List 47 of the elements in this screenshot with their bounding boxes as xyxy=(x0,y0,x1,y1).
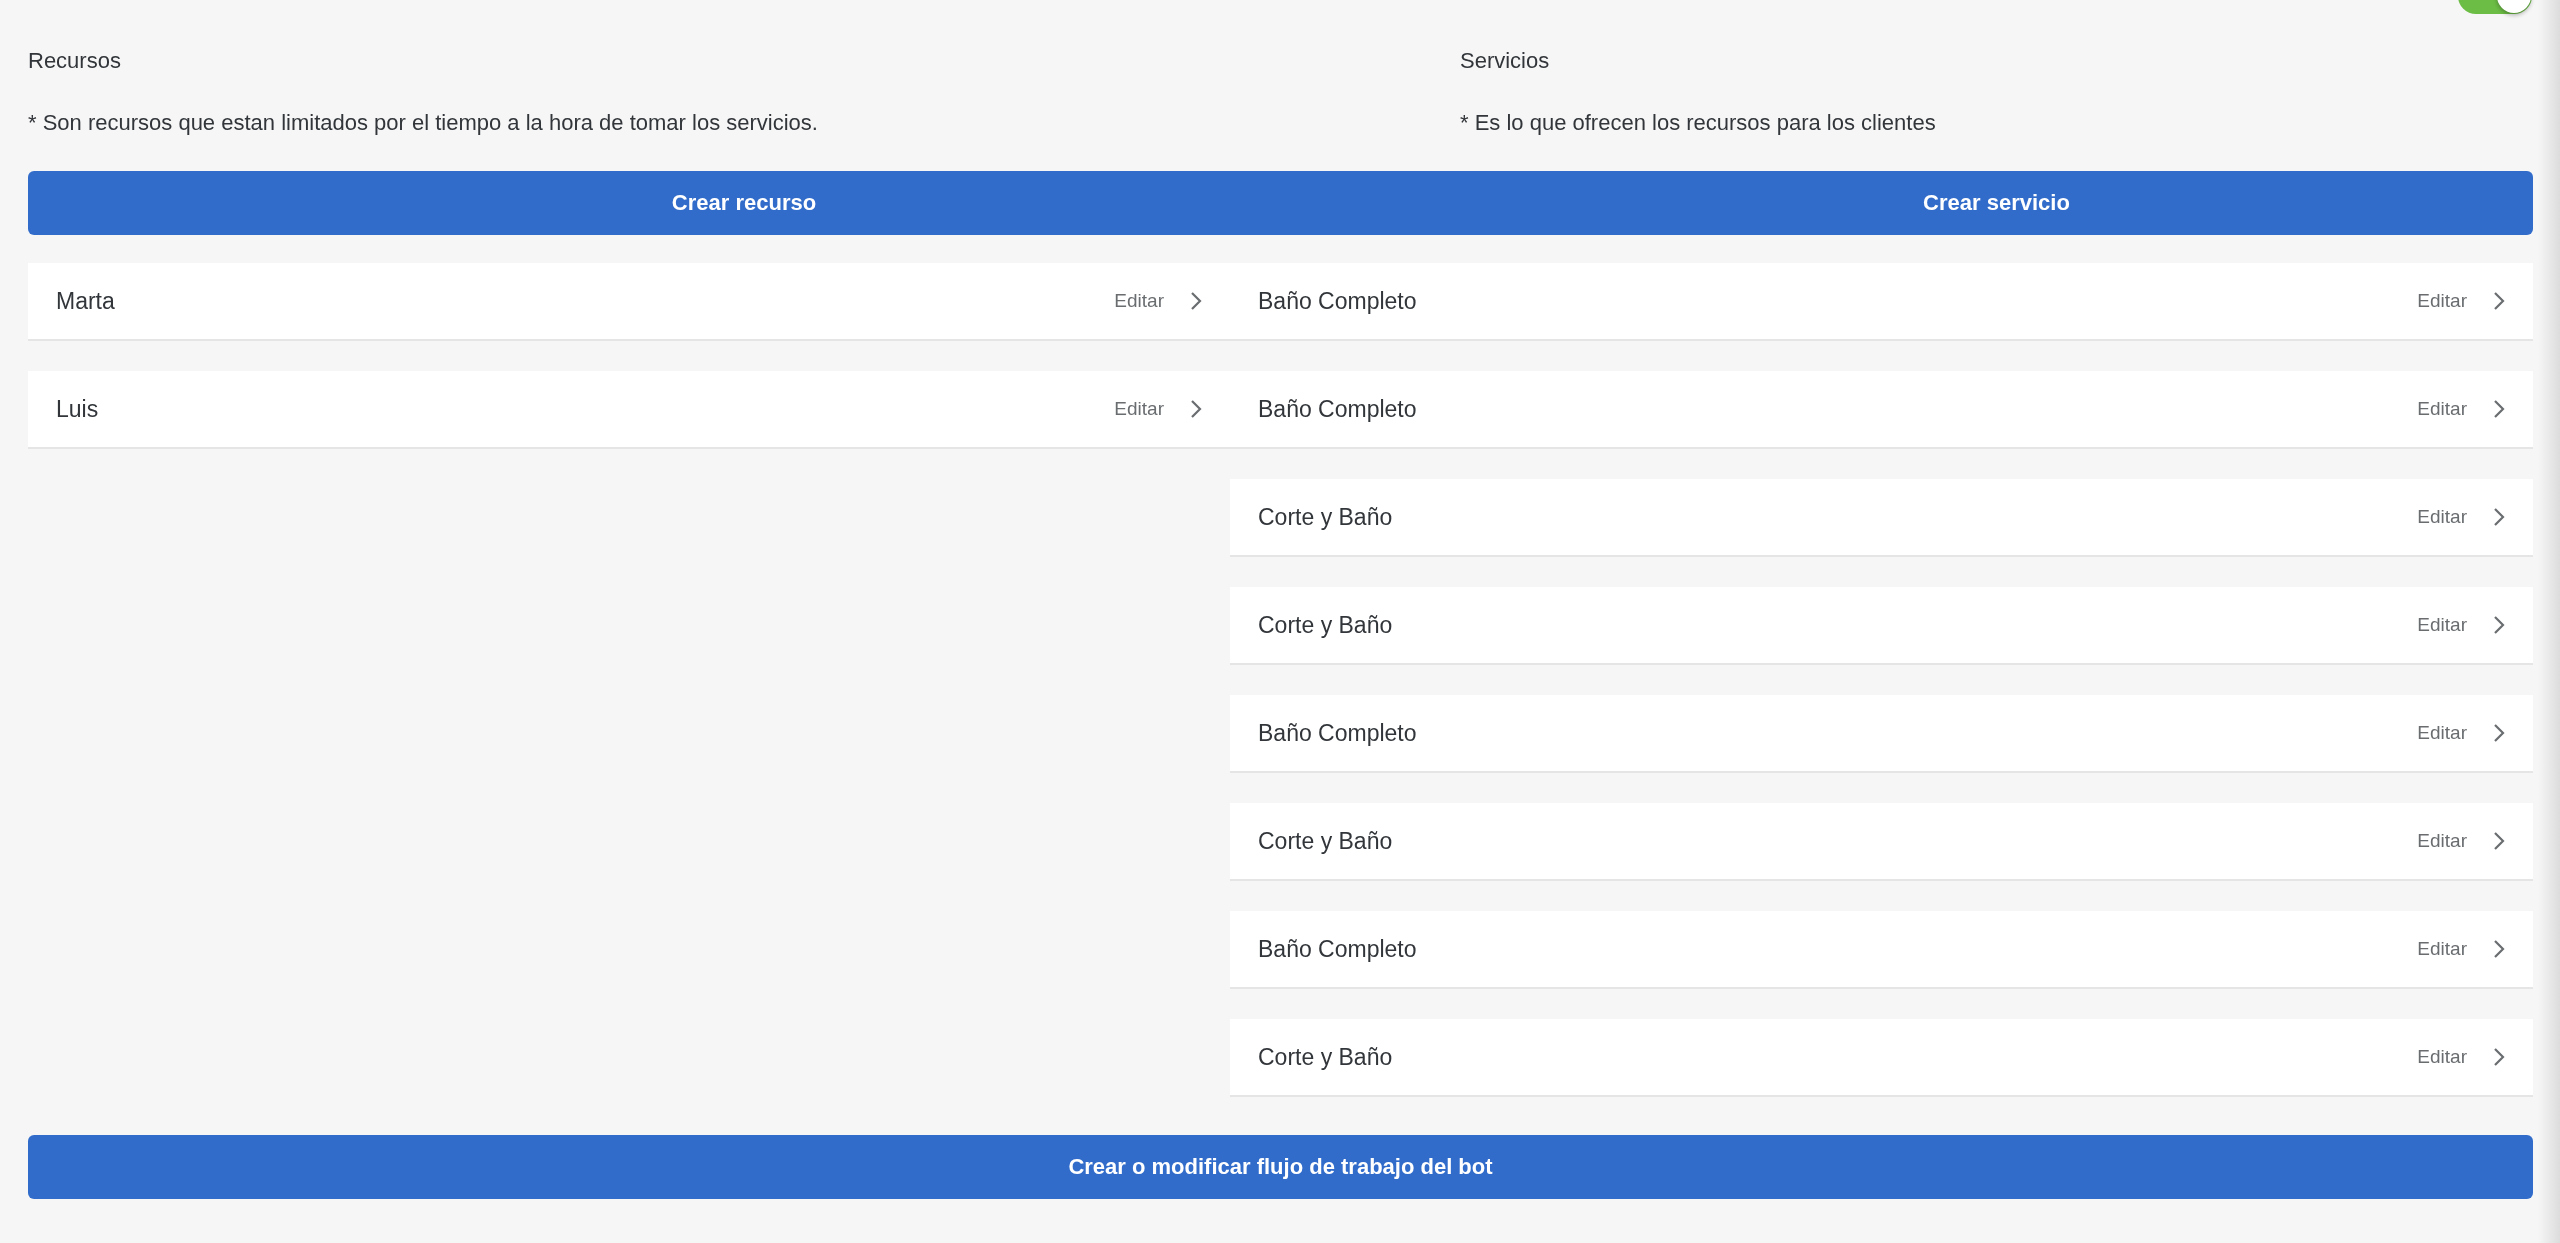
item-name: Luis xyxy=(56,395,100,423)
list-item[interactable]: Corte y Baño Editar xyxy=(1230,1019,2533,1097)
chevron-right-icon xyxy=(2493,939,2505,959)
item-name: Baño Completo xyxy=(1258,287,1418,315)
list-item[interactable]: Baño Completo Editar xyxy=(1230,371,2533,449)
edit-link[interactable]: Editar xyxy=(2417,1046,2467,1068)
list-item[interactable]: Corte y Baño Editar xyxy=(1230,587,2533,665)
item-name: Corte y Baño xyxy=(1258,1043,1394,1071)
edit-link[interactable]: Editar xyxy=(2417,506,2467,528)
chevron-right-icon xyxy=(2493,399,2505,419)
list-item[interactable]: Corte y Baño Editar xyxy=(1230,803,2533,881)
chevron-right-icon xyxy=(2493,507,2505,527)
chevron-right-icon xyxy=(2493,831,2505,851)
item-name: Marta xyxy=(56,287,116,315)
item-name: Corte y Baño xyxy=(1258,611,1394,639)
chevron-right-icon xyxy=(1190,291,1202,311)
create-resource-button[interactable]: Crear recurso xyxy=(28,171,1460,235)
chevron-right-icon xyxy=(2493,1047,2505,1067)
list-item[interactable]: Marta Editar xyxy=(28,263,1230,341)
list-item[interactable]: Baño Completo Editar xyxy=(1230,911,2533,989)
list-item[interactable]: Baño Completo Editar xyxy=(1230,263,2533,341)
edit-link[interactable]: Editar xyxy=(2417,290,2467,312)
chevron-right-icon xyxy=(1190,399,1202,419)
section-title: Servicios xyxy=(1460,47,1551,75)
chevron-right-icon xyxy=(2493,291,2505,311)
edit-link[interactable]: Editar xyxy=(2417,398,2467,420)
item-name: Baño Completo xyxy=(1258,395,1418,423)
chevron-right-icon xyxy=(2493,615,2505,635)
list-item[interactable]: Baño Completo Editar xyxy=(1230,695,2533,773)
section-note: * Son recursos que estan limitados por el tiempo a la hora de tomar los servicios. xyxy=(28,109,819,137)
edit-link[interactable]: Editar xyxy=(1114,398,1164,420)
item-name: Baño Completo xyxy=(1258,935,1418,963)
list-item[interactable]: Luis Editar xyxy=(28,371,1230,449)
edit-link[interactable]: Editar xyxy=(2417,830,2467,852)
item-name: Corte y Baño xyxy=(1258,503,1394,531)
edit-link[interactable]: Editar xyxy=(1114,290,1164,312)
edit-link[interactable]: Editar xyxy=(2417,938,2467,960)
edit-link[interactable]: Editar xyxy=(2417,722,2467,744)
item-name: Corte y Baño xyxy=(1258,827,1394,855)
list-item[interactable]: Corte y Baño Editar xyxy=(1230,479,2533,557)
edit-link[interactable]: Editar xyxy=(2417,614,2467,636)
section-title: Recursos xyxy=(28,47,122,75)
section-note: * Es lo que ofrecen los recursos para los clientes xyxy=(1460,109,1937,137)
create-service-button[interactable]: Crear servicio xyxy=(1460,171,2533,235)
chevron-right-icon xyxy=(2493,723,2505,743)
item-name: Baño Completo xyxy=(1258,719,1418,747)
bot-workflow-button[interactable]: Crear o modificar flujo de trabajo del bot xyxy=(28,1135,2533,1199)
